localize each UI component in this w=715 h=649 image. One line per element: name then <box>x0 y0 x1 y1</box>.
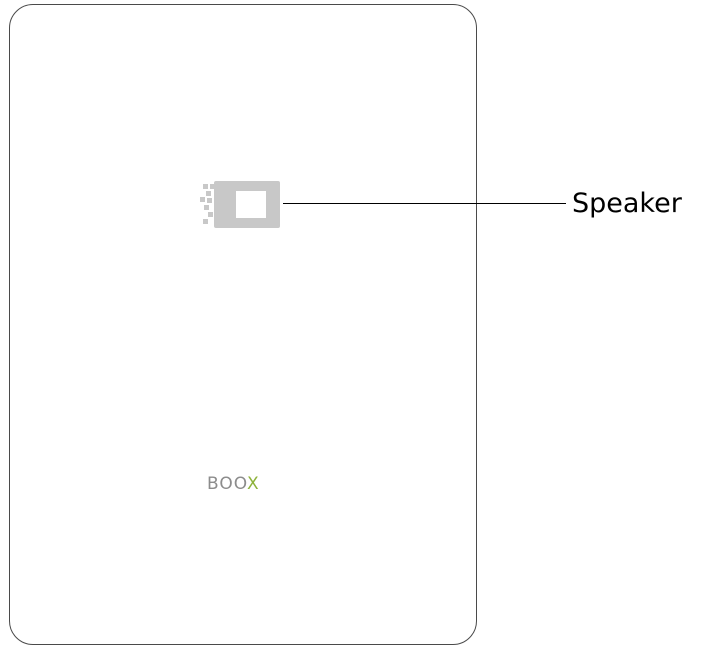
speaker-callout-label: Speaker <box>572 188 682 219</box>
logo-text-accent: X <box>247 474 260 494</box>
boox-logo: BOOX <box>207 474 260 494</box>
speaker-leader-line <box>283 203 566 204</box>
speaker-icon <box>200 181 282 229</box>
logo-text-main: BOO <box>207 474 248 494</box>
device-back-outline <box>9 4 477 645</box>
